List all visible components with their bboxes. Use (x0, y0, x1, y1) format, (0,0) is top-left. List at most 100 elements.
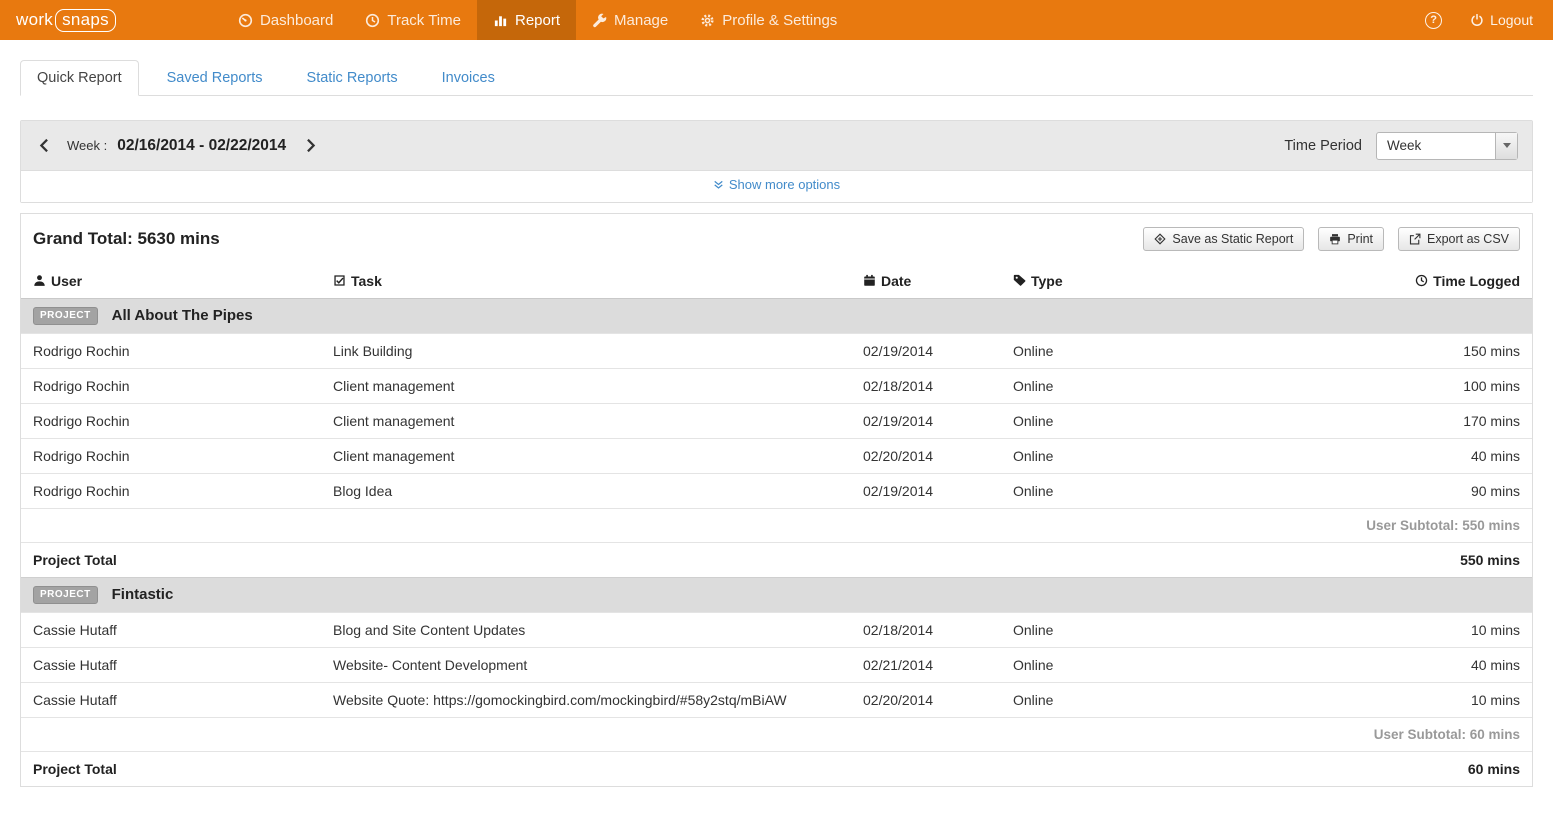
wrench-icon (592, 13, 607, 28)
tab-saved-reports[interactable]: Saved Reports (151, 61, 279, 95)
project-header-row: PROJECT Fintastic (21, 578, 1532, 613)
nav-report-label: Report (515, 12, 560, 29)
period-bar: Week : 02/16/2014 - 02/22/2014 Time Peri… (21, 121, 1532, 171)
column-user: User (21, 264, 321, 299)
cell-user: Cassie Hutaff (21, 613, 321, 648)
show-more-options-label: Show more options (729, 177, 840, 192)
printer-icon (1329, 233, 1341, 245)
cell-type: Online (1001, 683, 1332, 718)
column-type-label: Type (1031, 273, 1063, 289)
dashboard-icon (238, 13, 253, 28)
save-static-report-button[interactable]: Save as Static Report (1143, 227, 1304, 251)
project-total-label: Project Total (21, 752, 1332, 787)
nav-dashboard[interactable]: Dashboard (222, 0, 349, 40)
column-time-logged-label: Time Logged (1433, 273, 1520, 289)
report-panel: Grand Total: 5630 mins Save as Static Re… (20, 213, 1533, 787)
help-button[interactable]: ? (1425, 12, 1442, 29)
cell-type: Online (1001, 439, 1332, 474)
cell-date: 02/20/2014 (851, 683, 1001, 718)
cell-type: Online (1001, 474, 1332, 509)
project-total-label: Project Total (21, 543, 1332, 578)
report-table: User Task Date Type Time Logged (21, 264, 1532, 786)
project-total-value: 550 mins (1332, 543, 1532, 578)
nav-track-time-label: Track Time (387, 12, 461, 29)
nav-track-time[interactable]: Track Time (349, 0, 477, 40)
period-selector-panel: Week : 02/16/2014 - 02/22/2014 Time Peri… (20, 120, 1533, 203)
cell-task: Client management (321, 439, 851, 474)
help-icon: ? (1425, 12, 1442, 29)
previous-week-button[interactable] (35, 136, 53, 155)
user-subtotal: User Subtotal: 550 mins (21, 509, 1532, 543)
column-task-label: Task (351, 273, 382, 289)
column-date-label: Date (881, 273, 911, 289)
time-period-select[interactable]: Week (1376, 132, 1518, 160)
table-row: Cassie Hutaff Website Quote: https://gom… (21, 683, 1532, 718)
cell-date: 02/19/2014 (851, 334, 1001, 369)
double-chevron-down-icon (713, 179, 724, 190)
cell-user: Rodrigo Rochin (21, 474, 321, 509)
task-check-icon (333, 274, 346, 287)
navbar-right: ? Logout (1425, 0, 1553, 40)
report-header: Grand Total: 5630 mins Save as Static Re… (21, 214, 1532, 264)
tab-quick-report[interactable]: Quick Report (20, 60, 139, 96)
nav-profile-settings[interactable]: Profile & Settings (684, 0, 853, 40)
cell-time: 40 mins (1332, 439, 1532, 474)
project-name: All About The Pipes (112, 307, 253, 324)
project-header-row: PROJECT All About The Pipes (21, 299, 1532, 334)
project-total-value: 60 mins (1332, 752, 1532, 787)
top-navbar: worksnaps Dashboard Track Time Report Ma… (0, 0, 1553, 40)
nav-manage[interactable]: Manage (576, 0, 684, 40)
cell-time: 10 mins (1332, 683, 1532, 718)
project-name: Fintastic (112, 586, 174, 603)
power-icon (1470, 13, 1484, 27)
bar-chart-icon (493, 13, 508, 28)
chevron-left-icon (39, 138, 49, 153)
export-csv-label: Export as CSV (1427, 232, 1509, 246)
export-csv-button[interactable]: Export as CSV (1398, 227, 1520, 251)
table-row: Rodrigo Rochin Blog Idea 02/19/2014 Onli… (21, 474, 1532, 509)
user-subtotal: User Subtotal: 60 mins (21, 718, 1532, 752)
worksnaps-logo[interactable]: worksnaps (0, 0, 116, 40)
table-header-row: User Task Date Type Time Logged (21, 264, 1532, 299)
table-row: Rodrigo Rochin Client management 02/19/2… (21, 404, 1532, 439)
cell-time: 150 mins (1332, 334, 1532, 369)
caret-down-icon (1503, 143, 1511, 148)
table-row: Rodrigo Rochin Client management 02/20/2… (21, 439, 1532, 474)
tab-static-reports[interactable]: Static Reports (291, 61, 414, 95)
chevron-right-icon (306, 138, 316, 153)
time-period-label: Time Period (1284, 138, 1362, 154)
table-row: Cassie Hutaff Blog and Site Content Upda… (21, 613, 1532, 648)
export-icon (1409, 233, 1421, 245)
column-user-label: User (51, 273, 82, 289)
column-type: Type (1001, 264, 1332, 299)
print-button[interactable]: Print (1318, 227, 1384, 251)
user-subtotal-row: User Subtotal: 550 mins (21, 509, 1532, 543)
logout-label: Logout (1490, 12, 1533, 28)
next-week-button[interactable] (302, 136, 320, 155)
select-dropdown-button[interactable] (1495, 133, 1517, 159)
cell-date: 02/20/2014 (851, 439, 1001, 474)
cell-date: 02/19/2014 (851, 404, 1001, 439)
cell-date: 02/18/2014 (851, 613, 1001, 648)
nav-manage-label: Manage (614, 12, 668, 29)
tag-icon (1013, 274, 1026, 287)
cell-type: Online (1001, 369, 1332, 404)
week-label: Week : (67, 138, 107, 153)
tab-invoices[interactable]: Invoices (426, 61, 511, 95)
table-row: Rodrigo Rochin Link Building 02/19/2014 … (21, 334, 1532, 369)
project-badge: PROJECT (33, 307, 98, 325)
cell-time: 90 mins (1332, 474, 1532, 509)
cell-date: 02/18/2014 (851, 369, 1001, 404)
week-range: 02/16/2014 - 02/22/2014 (117, 137, 286, 155)
cell-user: Rodrigo Rochin (21, 404, 321, 439)
cell-task: Website- Content Development (321, 648, 851, 683)
cell-type: Online (1001, 613, 1332, 648)
nav-dashboard-label: Dashboard (260, 12, 333, 29)
logo-text-work: work (16, 10, 53, 30)
nav-report[interactable]: Report (477, 0, 576, 40)
logout-button[interactable]: Logout (1470, 12, 1533, 28)
cell-user: Cassie Hutaff (21, 648, 321, 683)
show-more-options-link[interactable]: Show more options (713, 177, 840, 192)
cell-user: Rodrigo Rochin (21, 439, 321, 474)
print-label: Print (1347, 232, 1373, 246)
